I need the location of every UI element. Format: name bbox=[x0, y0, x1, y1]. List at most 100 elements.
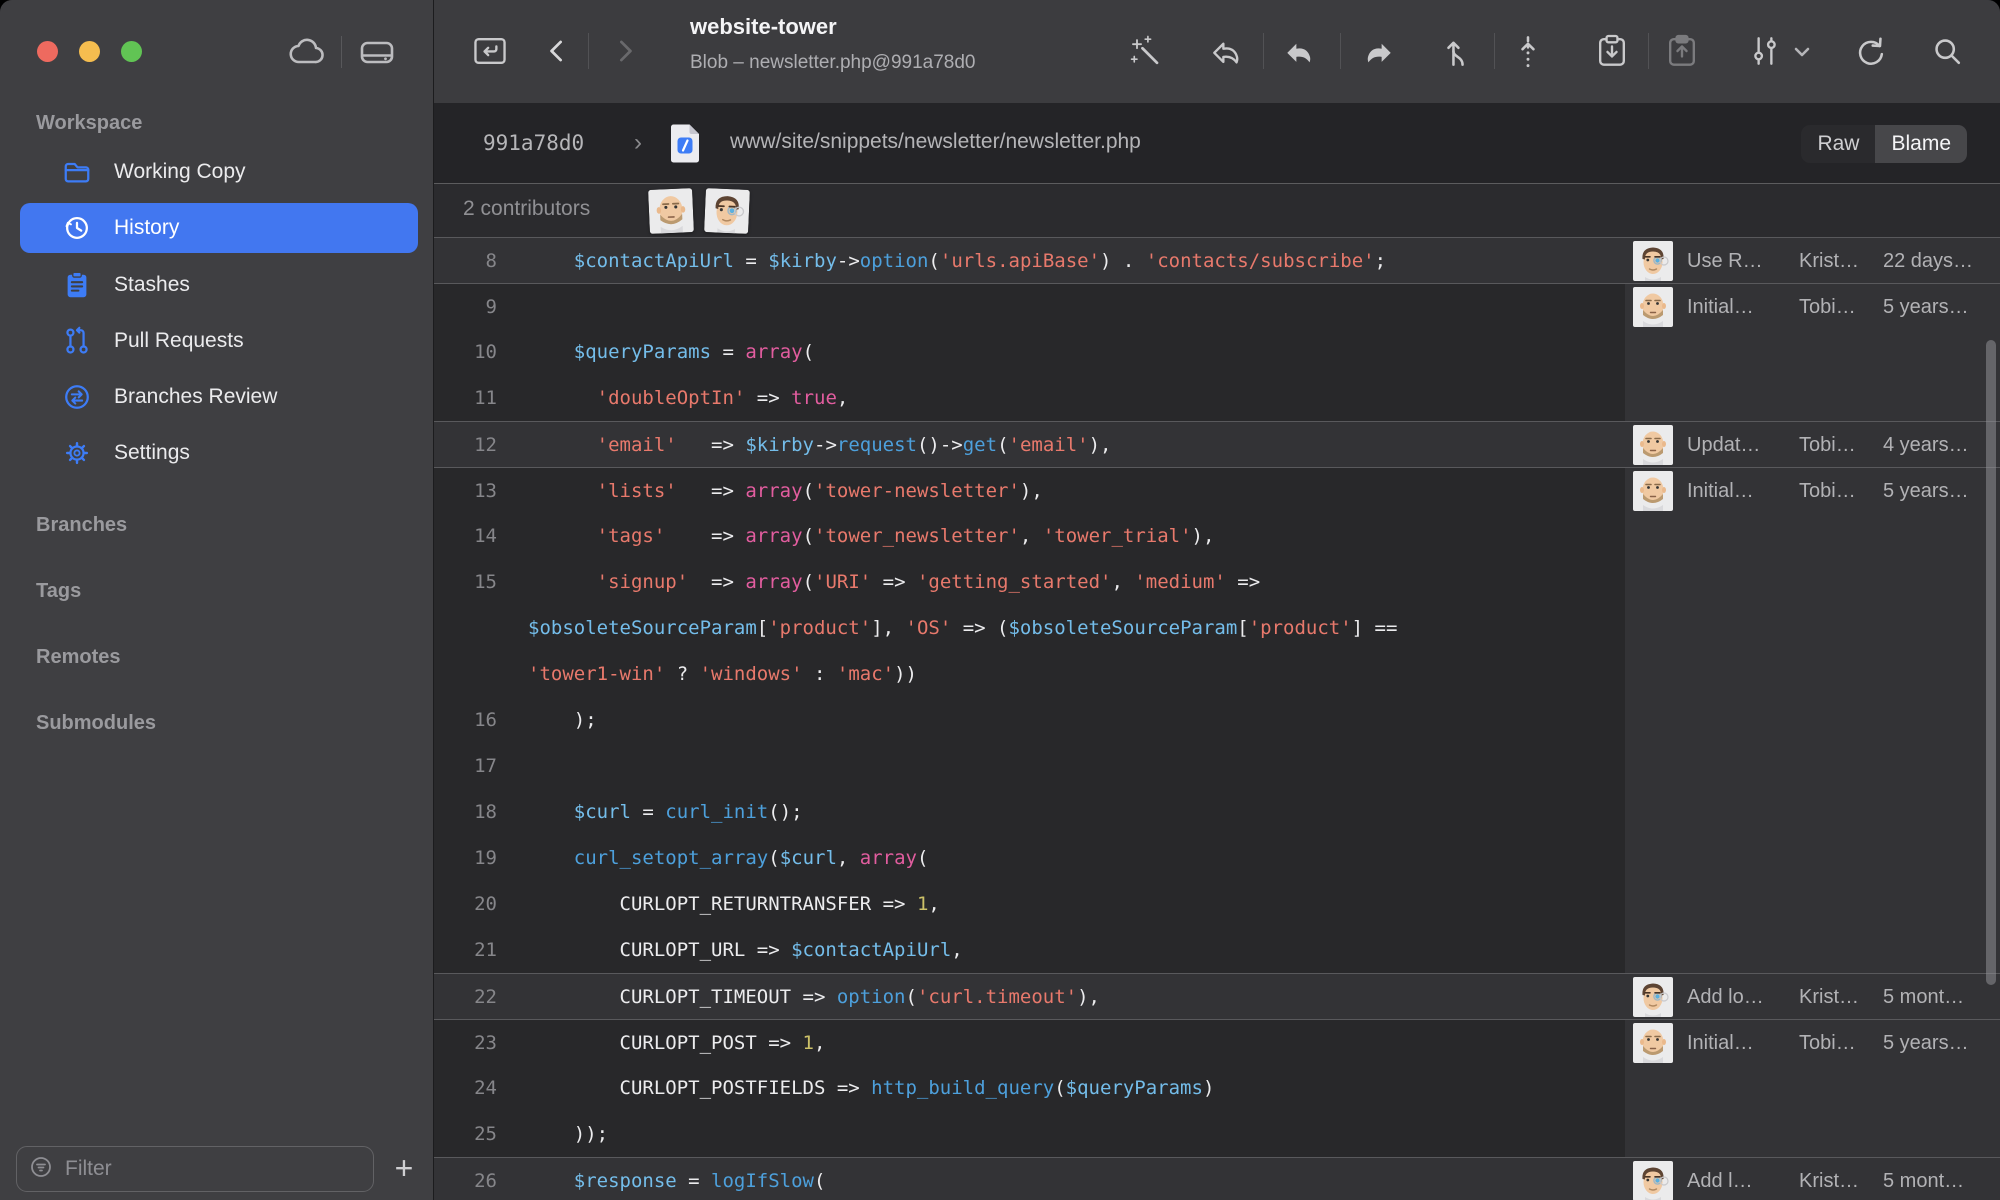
line-number: 10 bbox=[474, 341, 497, 363]
file-path[interactable]: www/site/snippets/newsletter/newsletter.… bbox=[730, 130, 1141, 154]
contributors-count: 2 contributors bbox=[463, 197, 591, 220]
rebase-icon[interactable] bbox=[1508, 31, 1548, 71]
refresh-icon[interactable] bbox=[1850, 31, 1890, 71]
code-text: $queryParams = array( bbox=[573, 341, 815, 363]
line-number: 12 bbox=[474, 433, 497, 456]
commit-message: Add lo… bbox=[1687, 985, 1764, 1008]
author-avatar bbox=[1633, 1023, 1673, 1063]
merge-icon[interactable] bbox=[1438, 31, 1478, 71]
blame-annotation[interactable]: Add l… Krist… 5 mont… bbox=[1625, 1158, 2000, 1200]
commit-message: Initial… bbox=[1687, 1031, 1754, 1054]
divider bbox=[341, 36, 342, 68]
line-number: 8 bbox=[485, 249, 497, 272]
sidebar-item-label: Working Copy bbox=[114, 160, 246, 183]
sidebar-section-remotes[interactable]: Remotes bbox=[36, 646, 120, 669]
commit-message: Initial… bbox=[1687, 295, 1754, 318]
local-repositories-icon[interactable] bbox=[355, 32, 399, 72]
line-number: 21 bbox=[474, 939, 497, 961]
chevron-down-icon[interactable] bbox=[1788, 31, 1816, 71]
sidebar-section-submodules[interactable]: Submodules bbox=[36, 712, 156, 735]
code-line: 'tower1-win' ? 'windows' : 'mac')) bbox=[434, 651, 2000, 697]
blame-annotation[interactable]: Initial… Tobi… 5 years… bbox=[1625, 468, 2000, 514]
code-text: 'tower1-win' ? 'windows' : 'mac')) bbox=[528, 663, 917, 685]
sidebar-item-settings[interactable]: Settings bbox=[20, 428, 418, 478]
minimize-button[interactable] bbox=[79, 41, 100, 62]
search-icon[interactable] bbox=[1927, 31, 1967, 71]
sidebar-filter-field[interactable] bbox=[16, 1146, 374, 1192]
code-text: $contactApiUrl = $kirby->option('urls.ap… bbox=[573, 249, 1387, 272]
line-number: 16 bbox=[474, 709, 497, 731]
undo-icon[interactable] bbox=[1280, 31, 1320, 71]
cloud-services-icon[interactable] bbox=[285, 32, 329, 72]
blame-tab[interactable]: Blame bbox=[1875, 125, 1967, 163]
code-text: )); bbox=[528, 1123, 609, 1145]
commit-author: Tobi… bbox=[1799, 433, 1856, 456]
sidebar-item-working-copy[interactable]: Working Copy bbox=[20, 147, 418, 197]
code-line: 10 $queryParams = array( bbox=[434, 329, 2000, 375]
pull-request-icon bbox=[62, 326, 92, 356]
code-line: 19 curl_setopt_array($curl, array( bbox=[434, 835, 2000, 881]
sidebar-section-tags[interactable]: Tags bbox=[36, 580, 81, 603]
blame-annotation[interactable]: Use R… Krist… 22 days… bbox=[1625, 238, 2000, 284]
magic-wand-icon[interactable] bbox=[1127, 31, 1167, 71]
sidebar-item-label: Settings bbox=[114, 441, 190, 464]
divider bbox=[1340, 33, 1341, 69]
divider bbox=[1648, 33, 1649, 69]
back-icon[interactable] bbox=[537, 31, 577, 71]
contributor-avatar[interactable] bbox=[648, 188, 694, 234]
line-number: 25 bbox=[474, 1123, 497, 1145]
contributor-avatar[interactable] bbox=[704, 188, 750, 234]
apply-stash-icon[interactable] bbox=[1662, 31, 1702, 71]
sidebar-item-stashes[interactable]: Stashes bbox=[20, 260, 418, 310]
line-number: 18 bbox=[474, 801, 497, 823]
code-line: 26 $response = logIfSlow(Add l… Krist… 5 m… bbox=[434, 1157, 2000, 1200]
sidebar-section-branches[interactable]: Branches bbox=[36, 514, 127, 537]
breadcrumb-chevron: › bbox=[634, 129, 642, 156]
code-line: 13 'lists' => array('tower-newsletter'),… bbox=[434, 467, 2000, 513]
folder-icon bbox=[62, 157, 92, 187]
commit-date: 22 days… bbox=[1883, 249, 1974, 272]
sidebar-item-branches-review[interactable]: Branches Review bbox=[20, 372, 418, 422]
line-number: 23 bbox=[474, 1031, 497, 1054]
open-in-working-copy-icon[interactable] bbox=[470, 31, 510, 71]
blame-annotation[interactable]: Add lo… Krist… 5 mont… bbox=[1625, 974, 2000, 1020]
commit-author: Tobi… bbox=[1799, 1031, 1856, 1054]
code-text: CURLOPT_URL => $contactApiUrl, bbox=[528, 939, 963, 961]
author-avatar bbox=[1633, 287, 1673, 327]
stash-icon[interactable] bbox=[1592, 31, 1632, 71]
toolbar: website-tower Blob – newsletter.php@991a… bbox=[434, 0, 2000, 103]
raw-tab[interactable]: Raw bbox=[1801, 125, 1876, 163]
code-text: $curl = curl_init(); bbox=[573, 801, 803, 823]
vertical-scrollbar[interactable] bbox=[1986, 340, 1996, 985]
author-avatar bbox=[1633, 241, 1673, 281]
sidebar-item-label: History bbox=[114, 216, 180, 239]
redo-icon[interactable] bbox=[1358, 31, 1398, 71]
code-line: 21 CURLOPT_URL => $contactApiUrl, bbox=[434, 927, 2000, 973]
author-avatar bbox=[1633, 1161, 1673, 1200]
line-number: 24 bbox=[474, 1077, 497, 1099]
commit-hash[interactable]: 991a78d0 bbox=[483, 131, 584, 155]
commit-author: Krist… bbox=[1799, 985, 1859, 1008]
compare-icon[interactable] bbox=[1745, 31, 1785, 71]
forward-icon[interactable] bbox=[605, 31, 645, 71]
zoom-button[interactable] bbox=[121, 41, 142, 62]
line-number: 26 bbox=[474, 1169, 497, 1192]
blame-annotation[interactable]: Initial… Tobi… 5 years… bbox=[1625, 1020, 2000, 1066]
sidebar-item-label: Branches Review bbox=[114, 385, 278, 408]
line-number: 14 bbox=[474, 525, 497, 547]
code-line: 20 CURLOPT_RETURNTRANSFER => 1, bbox=[434, 881, 2000, 927]
code-line: 25 )); bbox=[434, 1111, 2000, 1157]
code-text: 'tags' => array('tower_newsletter', 'tow… bbox=[596, 525, 1215, 547]
sidebar-item-pull-requests[interactable]: Pull Requests bbox=[20, 316, 418, 366]
sidebar-item-history[interactable]: History bbox=[20, 203, 418, 253]
add-repository-button[interactable]: + bbox=[384, 1146, 424, 1190]
blame-annotation[interactable]: Initial… Tobi… 5 years… bbox=[1625, 284, 2000, 330]
commit-date: 5 mont… bbox=[1883, 985, 1965, 1008]
branches-review-icon bbox=[62, 382, 92, 412]
discard-icon[interactable] bbox=[1207, 31, 1247, 71]
close-button[interactable] bbox=[37, 41, 58, 62]
filter-input[interactable] bbox=[63, 1156, 347, 1182]
blame-annotation[interactable]: Updat… Tobi… 4 years… bbox=[1625, 422, 2000, 468]
commit-message: Initial… bbox=[1687, 479, 1754, 502]
line-number: 11 bbox=[474, 387, 497, 409]
